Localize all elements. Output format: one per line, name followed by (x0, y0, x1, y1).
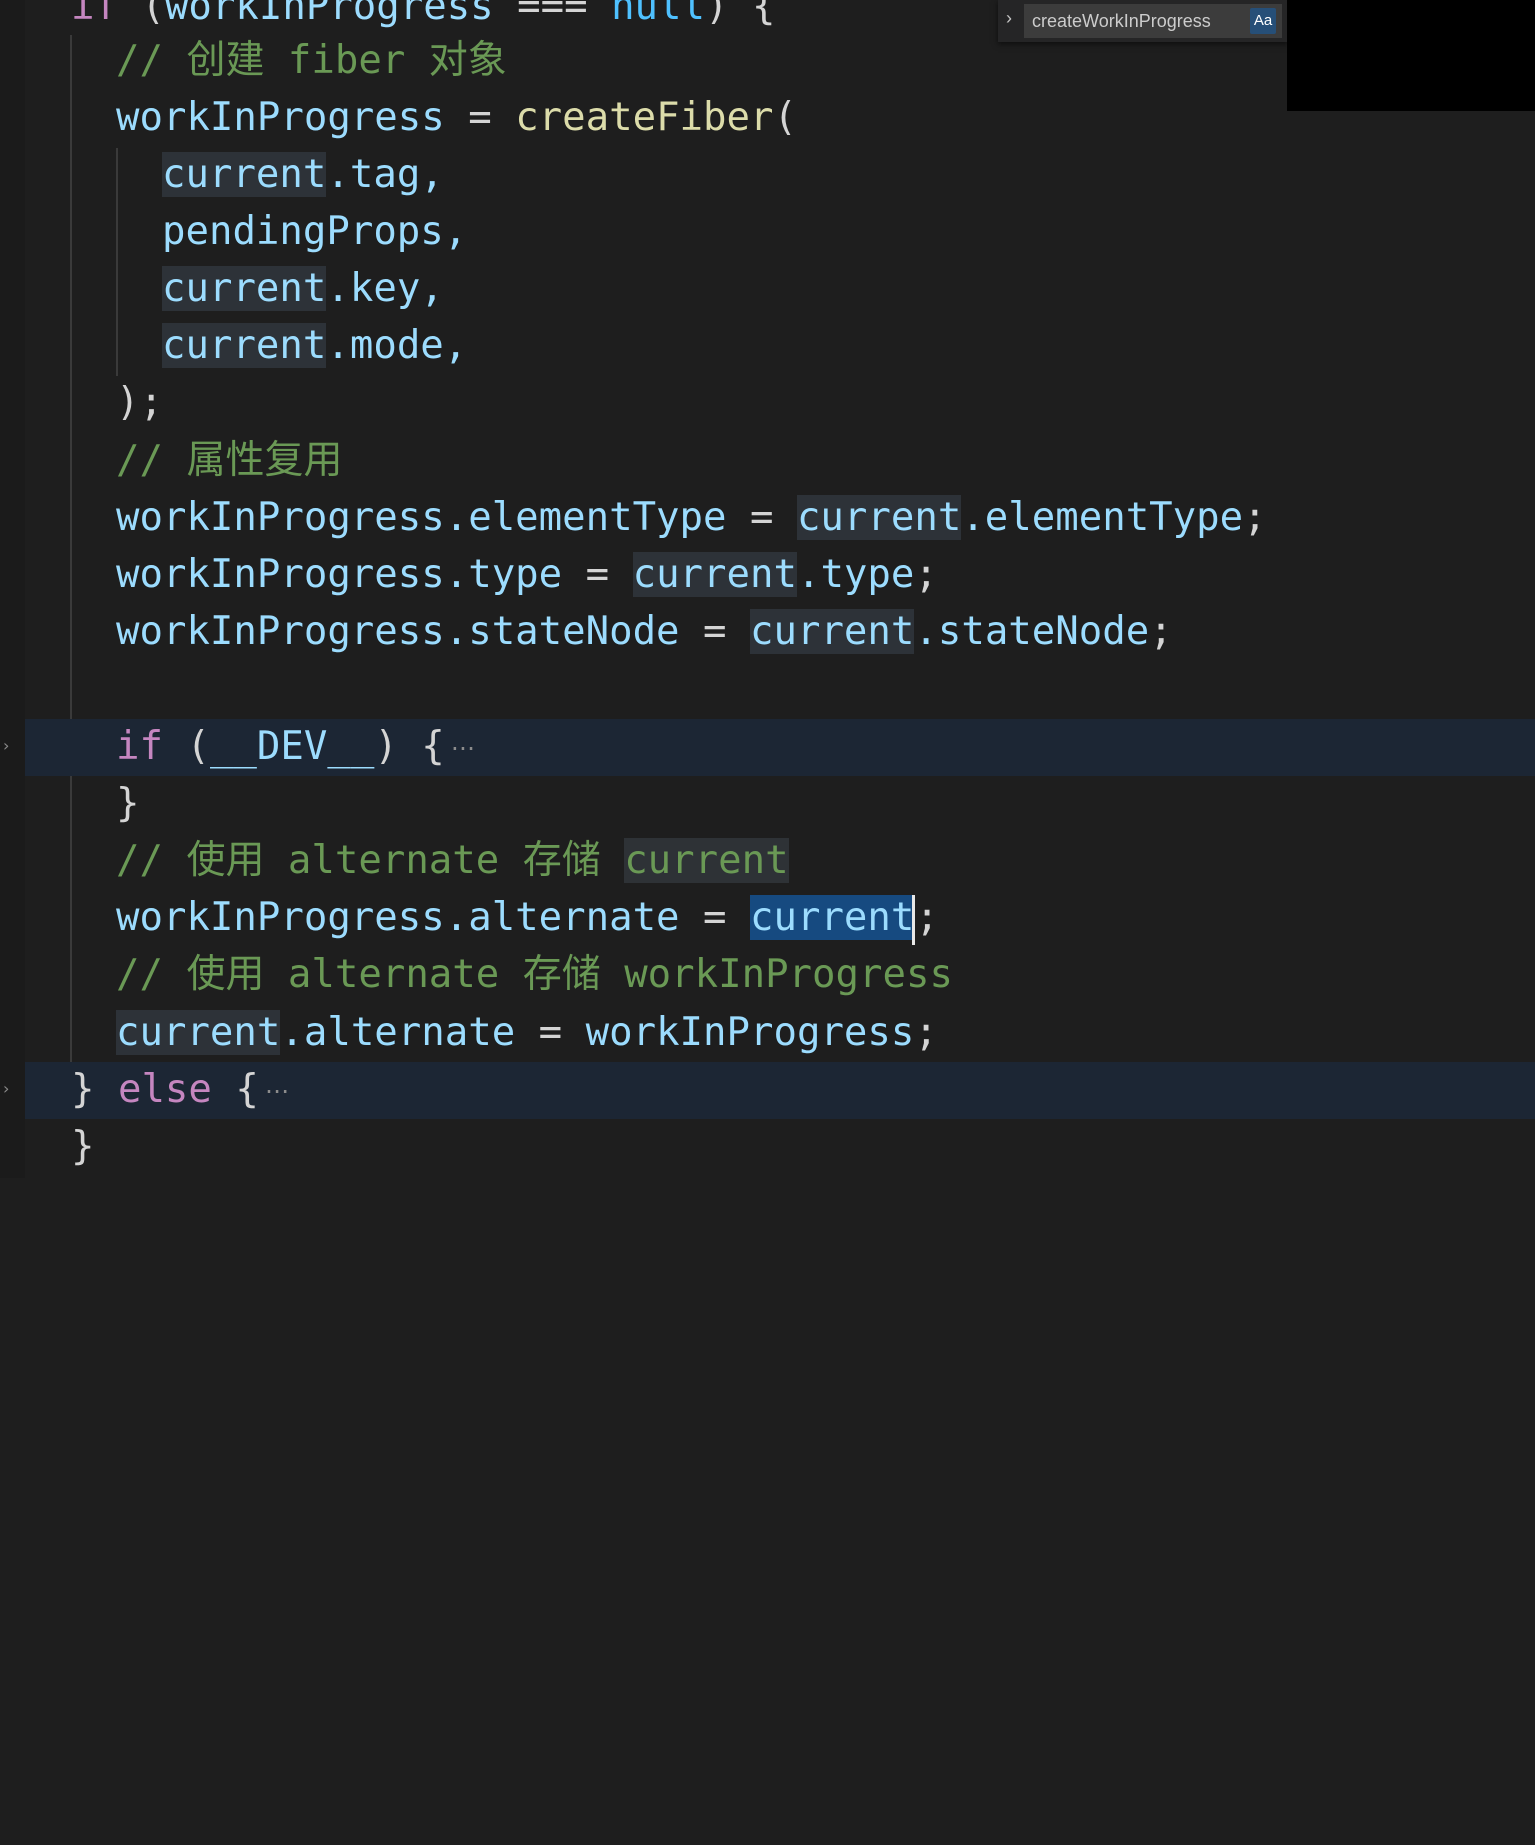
code-line: } (116, 781, 140, 826)
code-line: if (workInProgress === null) { (71, 0, 776, 29)
editor-gutter (0, 0, 25, 1178)
code-line: workInProgress.elementType = current.ele… (116, 495, 1267, 540)
code-line: current.tag, (162, 152, 444, 197)
selected-text[interactable]: current (750, 895, 915, 940)
code-line: current.mode, (162, 323, 468, 368)
occurrence-highlight: current (796, 495, 962, 540)
code-line: pendingProps, (162, 209, 468, 254)
occurrence-highlight: current (750, 609, 915, 654)
occurrence-highlight: current (624, 838, 789, 883)
fold-chevron-icon[interactable]: › (3, 738, 17, 754)
code-line: workInProgress.type = current.type; (116, 552, 938, 597)
code-editor[interactable]: if (workInProgress === null) { // 创建 fib… (25, 0, 1535, 1845)
occurrence-highlight: current (162, 152, 327, 197)
occurrence-highlight: current (162, 323, 327, 368)
code-line: } (71, 1124, 95, 1169)
occurrence-highlight: current (162, 266, 327, 311)
comment-line: // 属性复用 (116, 438, 343, 483)
comment-line: // 创建 fiber 对象 (116, 38, 507, 83)
comment-line: // 使用 alternate 存储 workInProgress (116, 952, 953, 997)
folded-code-line[interactable]: if (__DEV__) {⋯ (116, 718, 475, 775)
code-line: current.alternate = workInProgress; (116, 1010, 938, 1055)
folded-ellipsis-icon[interactable]: ⋯ (451, 720, 475, 777)
function-name: createFiber (515, 95, 774, 140)
code-line: current.key, (162, 266, 444, 311)
occurrence-highlight: current (116, 1010, 281, 1055)
code-line: workInProgress.stateNode = current.state… (116, 609, 1173, 654)
match-case-button[interactable]: Aa (1250, 8, 1276, 34)
folded-ellipsis-icon[interactable]: ⋯ (265, 1063, 289, 1120)
find-widget: › Aa (998, 0, 1288, 42)
code-line: workInProgress.alternate = current; (116, 889, 939, 946)
folded-code-line[interactable]: } else {⋯ (71, 1061, 289, 1118)
code-line: workInProgress = createFiber( (116, 95, 797, 140)
chevron-right-icon[interactable]: › (1006, 8, 1012, 29)
overlay-black-box (1287, 0, 1535, 111)
comment-line: // 使用 alternate 存储 current (116, 838, 789, 883)
fold-chevron-icon[interactable]: › (3, 1081, 17, 1097)
occurrence-highlight: current (632, 552, 797, 597)
find-input[interactable] (1024, 4, 1282, 38)
code-line: ); (116, 380, 163, 425)
